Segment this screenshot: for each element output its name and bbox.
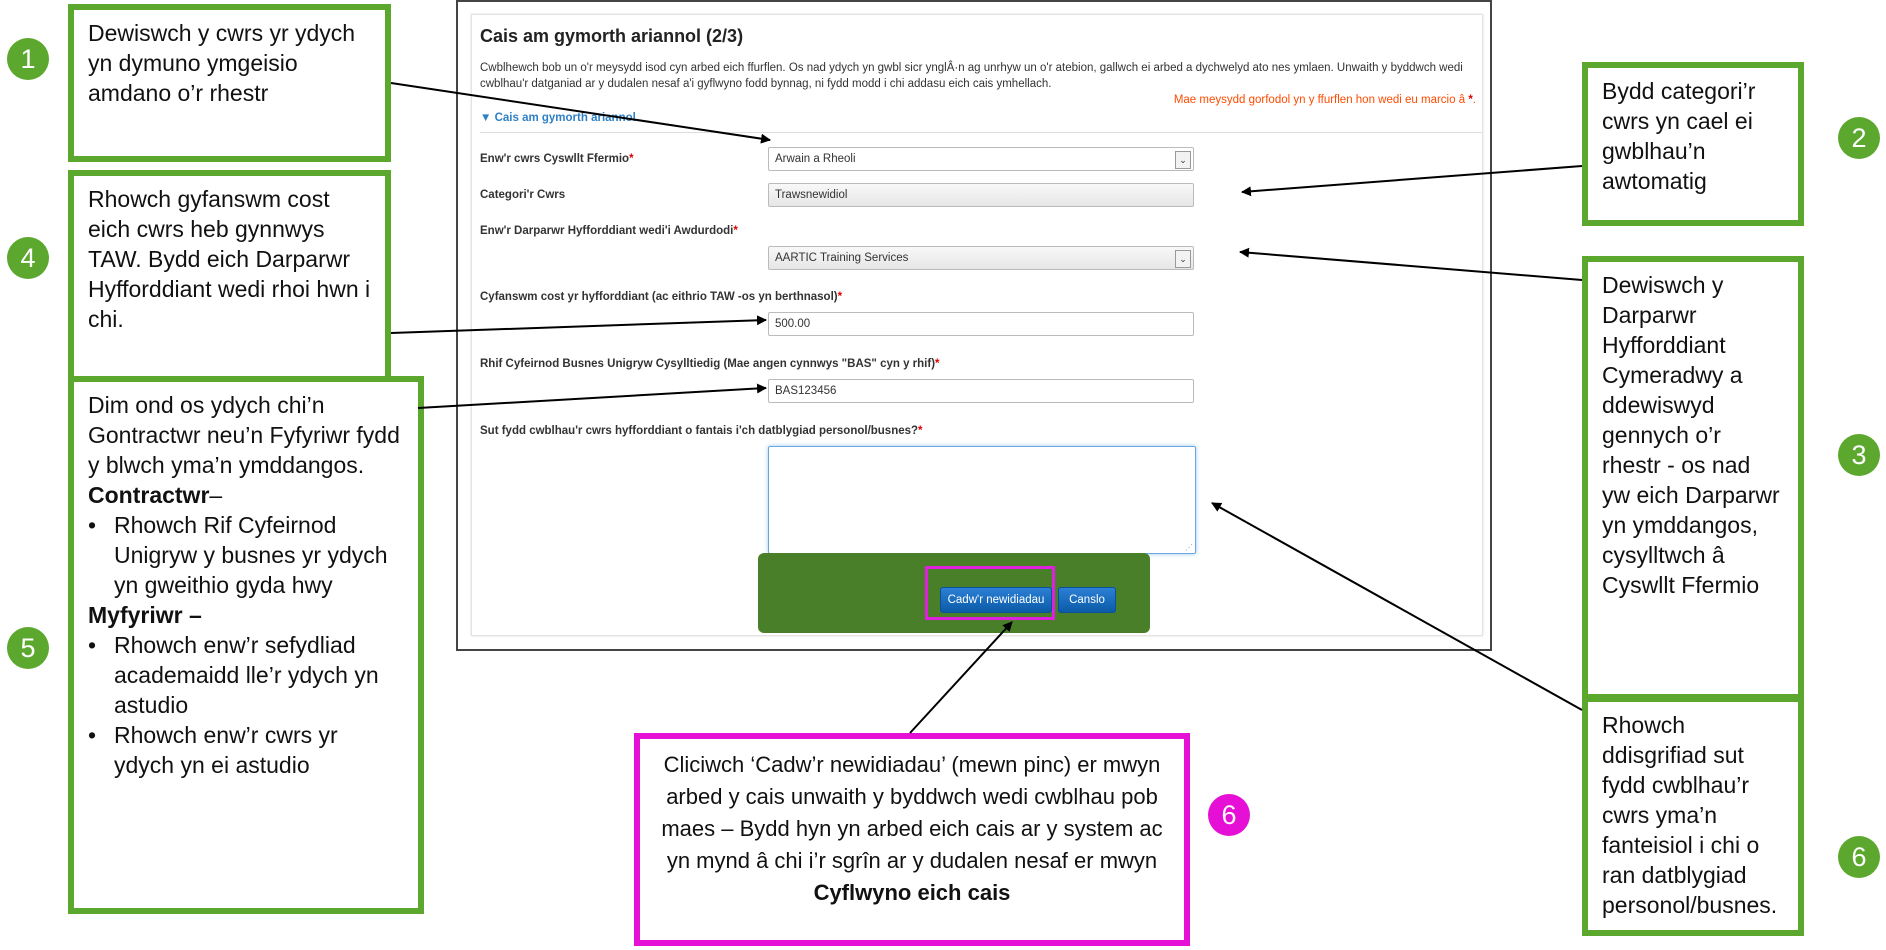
arrow-2 xyxy=(1241,165,1583,197)
arrow-3 xyxy=(1239,247,1583,281)
arrow-4 xyxy=(390,315,767,334)
arrow-1 xyxy=(390,82,771,144)
arrow-6-save xyxy=(909,621,1013,734)
arrow-5 xyxy=(417,383,767,409)
arrow-6-describe xyxy=(1211,502,1583,711)
callout-arrows xyxy=(390,82,1583,734)
